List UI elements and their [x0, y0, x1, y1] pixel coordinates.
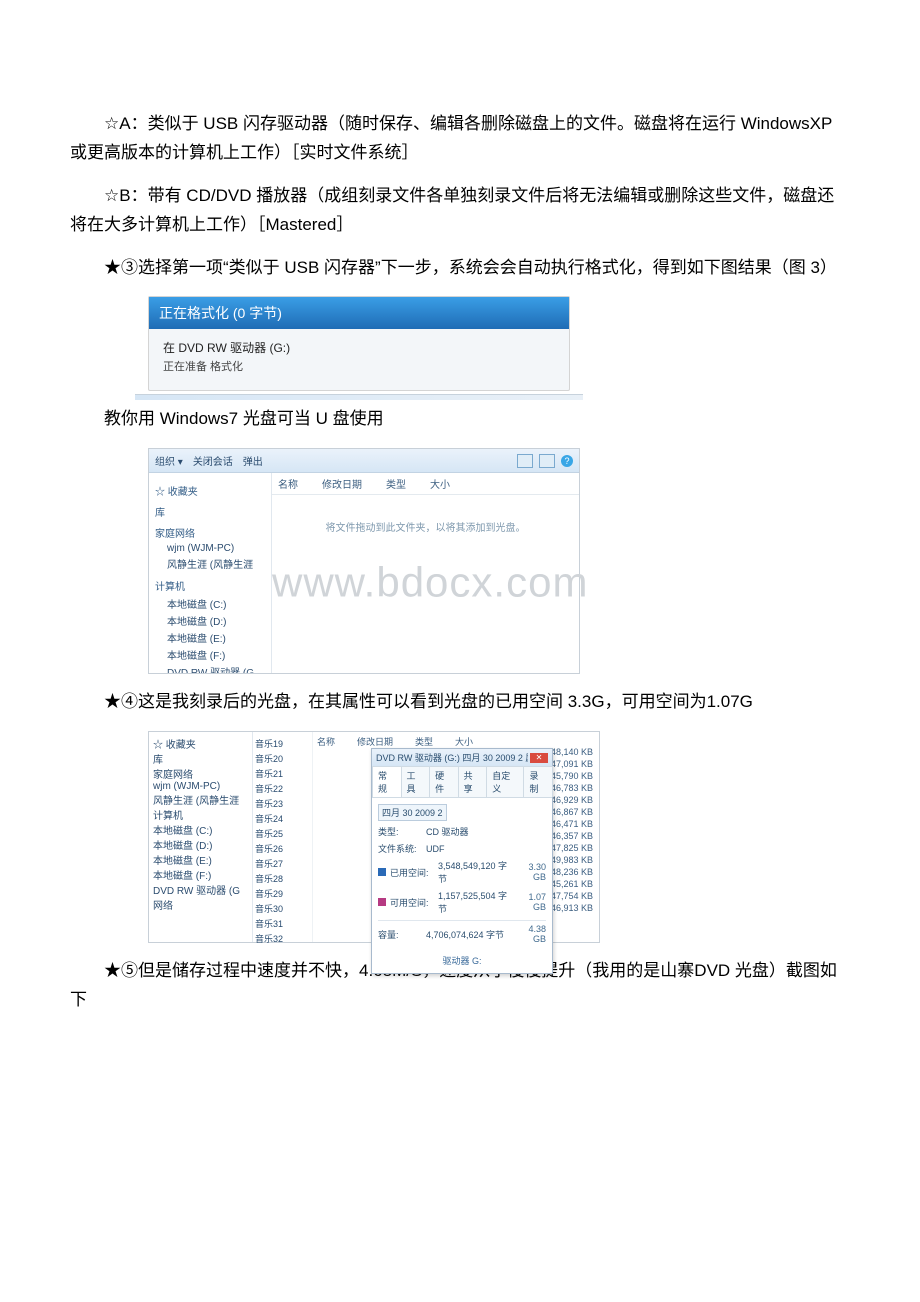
fs-label: 文件系统:	[378, 842, 422, 855]
tab-recording[interactable]: 录制	[523, 766, 553, 797]
nav2-hg-2[interactable]: 风静生涯 (风静生涯	[153, 792, 248, 807]
nav2-hg-1[interactable]: wjm (WJM-PC)	[153, 781, 248, 792]
tab-customize[interactable]: 自定义	[486, 766, 524, 797]
nav2-drive-e[interactable]: 本地磁盘 (E:)	[153, 852, 248, 867]
cap-gb: 4.38 GB	[518, 924, 546, 944]
watermark: www.bdocx.com	[272, 559, 579, 607]
file-item[interactable]: 音乐24	[255, 811, 310, 826]
used-swatch-icon	[378, 868, 386, 876]
tab-sharing[interactable]: 共享	[458, 766, 488, 797]
nav-pane: ☆ 收藏夹 库 家庭网络 wjm (WJM-PC) 风静生涯 (风静生涯 计算机…	[149, 473, 272, 673]
type-label: 类型:	[378, 825, 422, 838]
paragraph-b: ☆B：带有 CD/DVD 播放器（成组刻录文件各单独刻录文件后将无法编辑或删除这…	[70, 182, 850, 240]
col2-date[interactable]: 修改日期	[357, 735, 393, 748]
used-label: 已用空间:	[390, 866, 434, 879]
nav2-network[interactable]: 网络	[153, 897, 248, 912]
figure-empty-disc: 组织 ▾ 关闭会话 弹出 ? ☆ 收藏夹 库 家庭网络 wjm (WJM-PC)…	[148, 448, 580, 674]
paragraph-3: ★③选择第一项“类似于 USB 闪存器”下一步，系统会会自动执行格式化，得到如下…	[70, 254, 850, 283]
nav2-libraries[interactable]: 库	[153, 751, 248, 766]
tab-tools[interactable]: 工具	[401, 766, 431, 797]
drag-hint: 将文件拖动到此文件夹，以将其添加到光盘。	[272, 519, 579, 534]
col2-size[interactable]: 大小	[455, 735, 473, 748]
paragraph-a: ☆A：类似于 USB 闪存驱动器（随时保存、编辑各删除磁盘上的文件。磁盘将在运行…	[70, 110, 850, 168]
toolbar-organize[interactable]: 组织 ▾	[155, 453, 183, 468]
free-gb: 1.07 GB	[518, 892, 546, 912]
col2-name[interactable]: 名称	[317, 735, 335, 748]
col-date[interactable]: 修改日期	[322, 476, 362, 491]
formatting-line2: 正在准备 格式化	[163, 358, 555, 374]
toolbar-close-session[interactable]: 关闭会话	[193, 453, 233, 468]
nav-computer[interactable]: 计算机	[155, 578, 265, 593]
file-item[interactable]: 音乐28	[255, 871, 310, 886]
nav-favorites[interactable]: ☆ 收藏夹	[155, 483, 265, 498]
nav-drive-f[interactable]: 本地磁盘 (F:)	[155, 646, 265, 663]
nav-pane-2: ☆ 收藏夹 库 家庭网络 wjm (WJM-PC) 风静生涯 (风静生涯 计算机…	[149, 732, 253, 942]
col-name[interactable]: 名称	[278, 476, 298, 491]
preview-pane-icon[interactable]	[539, 454, 555, 468]
file-item[interactable]: 音乐29	[255, 886, 310, 901]
figure-burned-disc: ☆ 收藏夹 库 家庭网络 wjm (WJM-PC) 风静生涯 (风静生涯 计算机…	[148, 731, 600, 943]
tab-general[interactable]: 常规	[372, 766, 402, 797]
prop-title-text: DVD RW 驱动器 (G:) 四月 30 2009 2 属性	[376, 751, 528, 764]
cap-label: 容量:	[378, 928, 422, 941]
close-icon[interactable]: ✕	[530, 753, 548, 763]
type-value: CD 驱动器	[426, 825, 546, 838]
col2-type[interactable]: 类型	[415, 735, 433, 748]
figure-formatting: 正在格式化 (0 字节) 在 DVD RW 驱动器 (G:) 正在准备 格式化	[148, 296, 570, 391]
help-icon[interactable]: ?	[561, 455, 573, 467]
nav-libraries[interactable]: 库	[155, 504, 265, 519]
fs-value: UDF	[426, 844, 546, 854]
progress-bar	[135, 394, 583, 400]
nav-hg-2[interactable]: 风静生涯 (风静生涯	[155, 555, 265, 572]
used-bytes: 3,548,549,120 字节	[438, 859, 514, 885]
view-mode-icon[interactable]	[517, 454, 533, 468]
used-gb: 3.30 GB	[518, 862, 546, 882]
nav2-drive-c[interactable]: 本地磁盘 (C:)	[153, 822, 248, 837]
col-size[interactable]: 大小	[430, 476, 450, 491]
nav-drive-d[interactable]: 本地磁盘 (D:)	[155, 612, 265, 629]
file-item[interactable]: 音乐32	[255, 931, 310, 946]
file-item[interactable]: 音乐19	[255, 736, 310, 751]
file-item[interactable]: 音乐27	[255, 856, 310, 871]
free-bytes: 1,157,525,504 字节	[438, 889, 514, 915]
paragraph-4: ★④这是我刻录后的光盘，在其属性可以看到光盘的已用空间 3.3G，可用空间为1.…	[70, 688, 850, 717]
file-item[interactable]: 音乐21	[255, 766, 310, 781]
nav2-drive-d[interactable]: 本地磁盘 (D:)	[153, 837, 248, 852]
nav-drive-e[interactable]: 本地磁盘 (E:)	[155, 629, 265, 646]
file-item[interactable]: 音乐26	[255, 841, 310, 856]
nav2-drive-f[interactable]: 本地磁盘 (F:)	[153, 867, 248, 882]
file-item[interactable]: 音乐23	[255, 796, 310, 811]
prop-footer: 驱动器 G:	[372, 950, 552, 973]
file-item[interactable]: 音乐31	[255, 916, 310, 931]
caption-1: 教你用 Windows7 光盘可当 U 盘使用	[70, 405, 850, 434]
properties-dialog: DVD RW 驱动器 (G:) 四月 30 2009 2 属性 ✕ 常规 工具 …	[371, 748, 553, 974]
nav-drive-c[interactable]: 本地磁盘 (C:)	[155, 595, 265, 612]
formatting-title: 正在格式化 (0 字节)	[149, 297, 569, 329]
file-item[interactable]: 音乐25	[255, 826, 310, 841]
file-item[interactable]: 音乐20	[255, 751, 310, 766]
file-name-column: 音乐19音乐20音乐21音乐22音乐23音乐24音乐25音乐26音乐27音乐28…	[253, 732, 313, 942]
free-swatch-icon	[378, 898, 386, 906]
nav2-drive-g[interactable]: DVD RW 驱动器 (G	[153, 882, 248, 897]
cap-bytes: 4,706,074,624 字节	[426, 928, 514, 941]
formatting-line1: 在 DVD RW 驱动器 (G:)	[163, 339, 555, 356]
nav2-computer[interactable]: 计算机	[153, 807, 248, 822]
nav2-favorites[interactable]: ☆ 收藏夹	[153, 736, 248, 751]
nav-drive-g[interactable]: DVD RW 驱动器 (G	[155, 663, 265, 673]
nav2-homegroup[interactable]: 家庭网络	[153, 766, 248, 781]
free-label: 可用空间:	[390, 896, 434, 909]
nav-hg-1[interactable]: wjm (WJM-PC)	[155, 542, 265, 555]
tab-hardware[interactable]: 硬件	[429, 766, 459, 797]
col-type[interactable]: 类型	[386, 476, 406, 491]
file-item[interactable]: 音乐30	[255, 901, 310, 916]
disc-label: 四月 30 2009 2	[378, 804, 447, 821]
file-item[interactable]: 音乐22	[255, 781, 310, 796]
toolbar-eject[interactable]: 弹出	[243, 453, 263, 468]
nav-homegroup[interactable]: 家庭网络	[155, 525, 265, 540]
